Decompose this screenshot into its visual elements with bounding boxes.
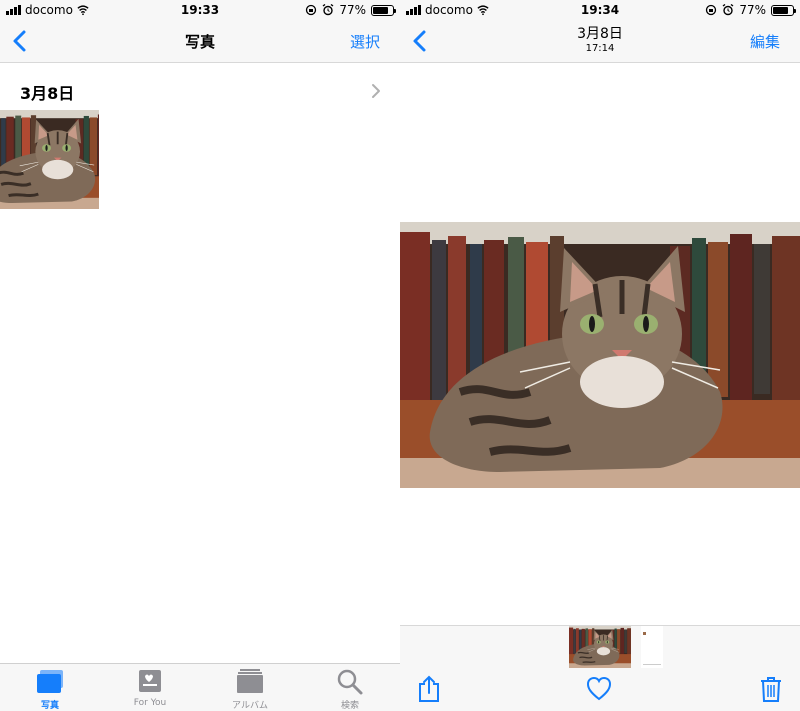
page-title: 写真 [184, 33, 215, 51]
tab-bar: 写真 For You アルバム 検索 [0, 663, 400, 711]
status-right: 77% [305, 3, 396, 17]
alarm-icon [722, 4, 734, 16]
for-you-icon [139, 670, 161, 692]
battery-percent: 77% [739, 3, 766, 17]
tab-search[interactable]: 検索 [300, 668, 400, 711]
photo-date-title: 3月8日 [577, 26, 623, 42]
rotation-lock-icon [306, 4, 317, 16]
battery-percent: 77% [339, 3, 366, 17]
status-bar: docomo 19:33 77% [0, 0, 400, 20]
photo-detail-screen: docomo 19:34 77% 3月8日 17:14 編集 [400, 0, 800, 711]
trash-icon[interactable] [758, 675, 784, 703]
edit-button[interactable]: 編集 [750, 31, 780, 52]
cat-photo [400, 222, 800, 488]
cat-photo-thumbnail [0, 110, 99, 209]
navigation-bar: 写真 選択 [0, 20, 400, 63]
tab-for-you-label: For You [133, 698, 167, 708]
albums-icon [237, 669, 263, 693]
share-icon[interactable] [416, 675, 442, 703]
alarm-icon [322, 4, 334, 16]
search-icon [337, 669, 363, 695]
rotation-lock-icon [706, 4, 717, 16]
status-bar: docomo 19:34 77% [400, 0, 800, 20]
photo-time-subtitle: 17:14 [585, 43, 615, 54]
photos-icon [37, 670, 63, 693]
photos-library-screen: docomo 19:33 77% 写真 選択 3月8日 写真 For You ア… [0, 0, 400, 711]
cat-photo-small [569, 626, 631, 668]
select-button[interactable]: 選択 [350, 31, 380, 52]
section-date: 3月8日 [20, 84, 75, 103]
screenshot-thumbnail [641, 626, 663, 668]
status-right: 77% [705, 3, 796, 17]
photo-thumbnail[interactable] [0, 110, 99, 209]
photo-filmstrip [569, 626, 663, 668]
tab-albums[interactable]: アルバム [200, 668, 300, 711]
date-section-header[interactable]: 3月8日 [0, 78, 400, 104]
tab-for-you[interactable]: For You [100, 668, 200, 711]
filmstrip-thumbnail-next[interactable] [641, 626, 663, 668]
tab-photos-label: 写真 [40, 701, 59, 711]
battery-icon [771, 4, 796, 16]
bottom-toolbar [400, 625, 800, 711]
tab-albums-label: アルバム [232, 701, 268, 711]
tab-photos[interactable]: 写真 [0, 668, 100, 711]
tab-search-label: 検索 [340, 701, 359, 711]
navigation-bar: 3月8日 17:14 編集 [400, 20, 800, 63]
main-photo[interactable] [400, 222, 800, 488]
battery-icon [371, 4, 396, 16]
chevron-right-icon[interactable] [370, 82, 382, 100]
filmstrip-thumbnail-current[interactable] [569, 626, 631, 668]
heart-icon[interactable] [586, 675, 612, 703]
